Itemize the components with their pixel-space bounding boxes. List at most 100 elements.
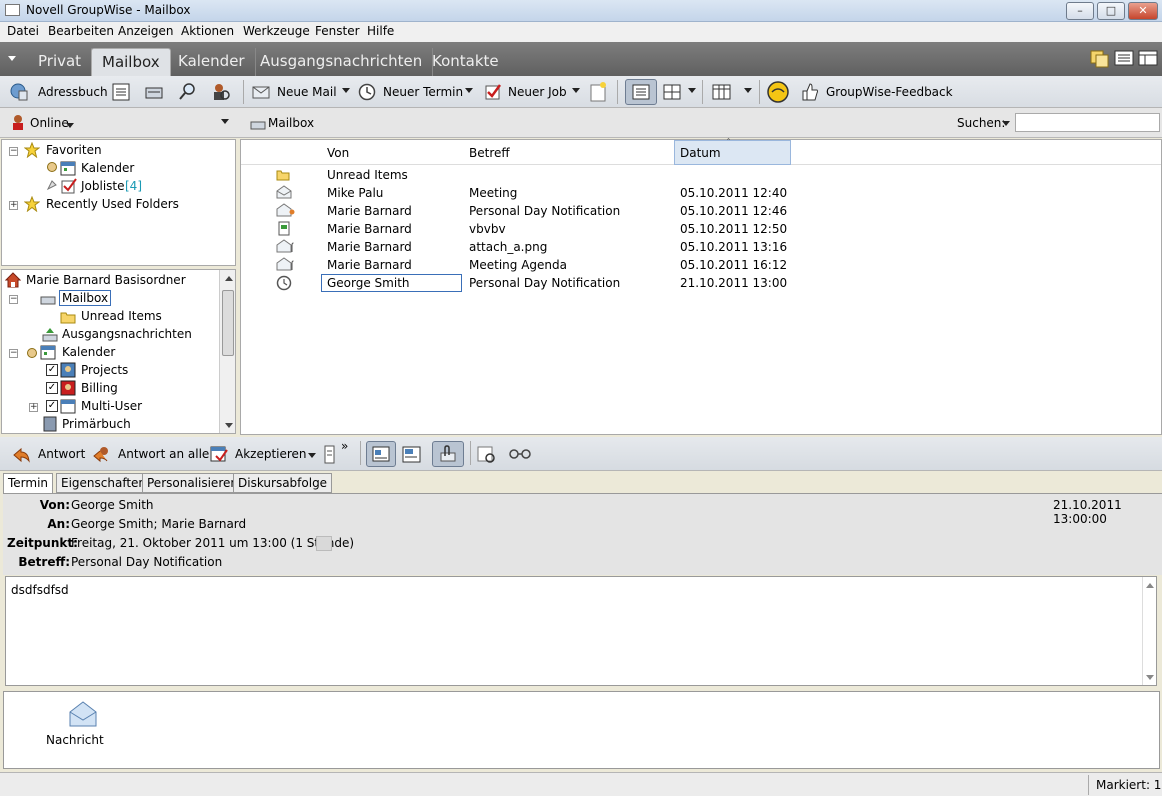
table-view-icon[interactable] — [712, 82, 732, 102]
neue-mail-dropdown-icon[interactable] — [342, 88, 350, 93]
folder-mailbox[interactable]: Mailbox — [59, 290, 112, 306]
glasses-icon[interactable] — [508, 447, 532, 461]
menu-datei[interactable]: Datei — [7, 24, 39, 38]
new-mail-icon — [252, 86, 270, 99]
folders-view-icon[interactable] — [1090, 48, 1110, 68]
scroll-up-icon[interactable] — [1146, 583, 1154, 588]
menu-bearbeiten[interactable]: Bearbeiten — [48, 24, 114, 38]
folder-bar: Online Mailbox Suchen: — [0, 108, 1162, 138]
column-von[interactable]: Von — [327, 146, 349, 160]
multiuser-calendar-icon — [60, 399, 76, 414]
folder-pane-dropdown-icon[interactable] — [221, 119, 229, 124]
folder-unread-items[interactable]: Unread Items — [81, 309, 162, 323]
multiuser-checkbox[interactable]: ✓ — [46, 400, 58, 412]
search-options-dropdown-icon[interactable] — [1002, 121, 1010, 126]
message-body[interactable]: dsdfsdfsd — [5, 576, 1157, 686]
toolbar-separator — [243, 80, 244, 104]
tab-mailbox[interactable]: Mailbox — [91, 48, 171, 76]
more-actions-button[interactable]: » — [341, 439, 348, 453]
scroll-down-icon[interactable] — [225, 423, 233, 428]
table-row[interactable]: Marie Barnard Meeting Agenda 05.10.2011 16… — [241, 256, 1161, 274]
attachment-nachricht[interactable]: Nachricht — [42, 698, 104, 748]
calendar-link-icon — [27, 348, 37, 358]
attachment-view-toggle[interactable] — [432, 441, 464, 467]
body-scrollbar[interactable] — [1142, 577, 1156, 685]
document-view-icon[interactable] — [402, 446, 422, 464]
recent-folders-label[interactable]: Recently Used Folders — [46, 197, 179, 211]
multiuser-expand-icon[interactable]: + — [29, 403, 38, 412]
table-row[interactable]: Marie Barnard Personal Day Notification 05… — [241, 202, 1161, 220]
favorite-jobliste[interactable]: Jobliste — [81, 179, 125, 193]
close-button[interactable]: ✕ — [1128, 2, 1158, 20]
folder-multi-user[interactable]: Multi-User — [81, 399, 142, 413]
favorites-label[interactable]: Favoriten — [46, 143, 102, 157]
new-note-icon[interactable] — [588, 81, 608, 103]
cell-von: Marie Barnard — [327, 222, 412, 236]
column-betreff[interactable]: Betreff — [469, 146, 510, 160]
table-row[interactable]: Mike Palu Meeting 05.10.2011 12:40 — [241, 184, 1161, 202]
preview-layout-icon[interactable] — [1138, 50, 1158, 66]
home-icon — [5, 272, 21, 288]
minimize-button[interactable]: – — [1066, 2, 1094, 20]
folder-ausgangsnachrichten[interactable]: Ausgangsnachrichten — [62, 327, 192, 341]
groupwise-logo-icon[interactable] — [766, 80, 790, 104]
tab-dropdown-icon[interactable] — [8, 56, 16, 61]
billing-checkbox[interactable]: ✓ — [46, 382, 58, 394]
folder-billing[interactable]: Billing — [81, 381, 118, 395]
menu-werkzeuge[interactable]: Werkzeuge — [243, 24, 310, 38]
favorite-kalender[interactable]: Kalender — [81, 161, 134, 175]
tab-kalender[interactable]: Kalender — [168, 48, 256, 76]
grid-view-icon[interactable] — [662, 82, 682, 102]
list-view-toggle[interactable] — [625, 79, 657, 105]
tab-privat[interactable]: Privat — [28, 48, 93, 76]
tab-kontakte[interactable]: Kontakte — [422, 48, 509, 76]
table-row[interactable]: George Smith Personal Day Notification 21.… — [241, 274, 1161, 292]
search-input[interactable] — [1015, 113, 1160, 132]
folder-primaerbuch[interactable]: Primärbuch — [62, 417, 131, 431]
table-dropdown-icon[interactable] — [744, 88, 752, 93]
scroll-down-icon[interactable] — [1146, 675, 1154, 680]
table-row[interactable]: Marie Barnard vbvbv 05.10.2011 12:50 — [241, 220, 1161, 238]
tab-ausgangsnachrichten[interactable]: Ausgangsnachrichten — [250, 48, 434, 76]
tab-eigenschaften[interactable]: Eigenschaften — [56, 473, 152, 493]
preview-view-toggle[interactable] — [366, 441, 396, 467]
favorites-collapse-icon[interactable]: − — [9, 147, 18, 156]
envelope-attach-icon — [276, 257, 294, 271]
maximize-button[interactable]: □ — [1097, 2, 1125, 20]
find-user-icon[interactable] — [211, 82, 231, 102]
menu-anzeigen[interactable]: Anzeigen — [118, 24, 173, 38]
address-card-icon[interactable] — [111, 82, 131, 102]
inbox-tray-icon[interactable] — [144, 82, 164, 102]
find-icon[interactable] — [178, 82, 198, 102]
kalender-collapse-icon[interactable]: − — [9, 349, 18, 358]
root-folder-label[interactable]: Marie Barnard Basisordner — [26, 273, 186, 287]
list-item[interactable]: Unread Items — [241, 166, 1161, 184]
folder-kalender[interactable]: Kalender — [62, 345, 115, 359]
menu-fenster[interactable]: Fenster — [315, 24, 360, 38]
akzeptieren-dropdown-icon[interactable] — [308, 453, 316, 458]
tab-personalisieren[interactable]: Personalisieren — [142, 473, 243, 493]
address-book-icon — [43, 416, 57, 432]
tab-termin[interactable]: Termin — [3, 473, 54, 494]
menu-aktionen[interactable]: Aktionen — [181, 24, 234, 38]
scroll-up-icon[interactable] — [225, 276, 233, 281]
list-view-icon — [632, 84, 650, 100]
projects-checkbox[interactable]: ✓ — [46, 364, 58, 376]
scroll-thumb[interactable] — [222, 290, 234, 356]
menu-bar: Datei Bearbeiten Anzeigen Aktionen Werkz… — [0, 22, 1162, 42]
view-dropdown-icon[interactable] — [688, 88, 696, 93]
message-info-icon[interactable] — [324, 445, 336, 465]
recent-expand-icon[interactable]: + — [9, 201, 18, 210]
column-datum[interactable]: Datum — [680, 146, 721, 160]
tab-diskursabfolge[interactable]: Diskursabfolge — [233, 473, 333, 493]
table-row[interactable]: Marie Barnard attach_a.png 05.10.2011 13:1… — [241, 238, 1161, 256]
print-preview-icon[interactable] — [476, 445, 498, 465]
menu-hilfe[interactable]: Hilfe — [367, 24, 394, 38]
folder-tree-scrollbar[interactable] — [219, 270, 235, 433]
neuer-job-dropdown-icon[interactable] — [572, 88, 580, 93]
list-view-icon[interactable] — [1114, 50, 1134, 66]
mailbox-collapse-icon[interactable]: − — [9, 295, 18, 304]
folder-projects[interactable]: Projects — [81, 363, 128, 377]
neuer-termin-dropdown-icon[interactable] — [465, 88, 473, 93]
markiert-status: Markiert: 1 — [1096, 778, 1162, 792]
